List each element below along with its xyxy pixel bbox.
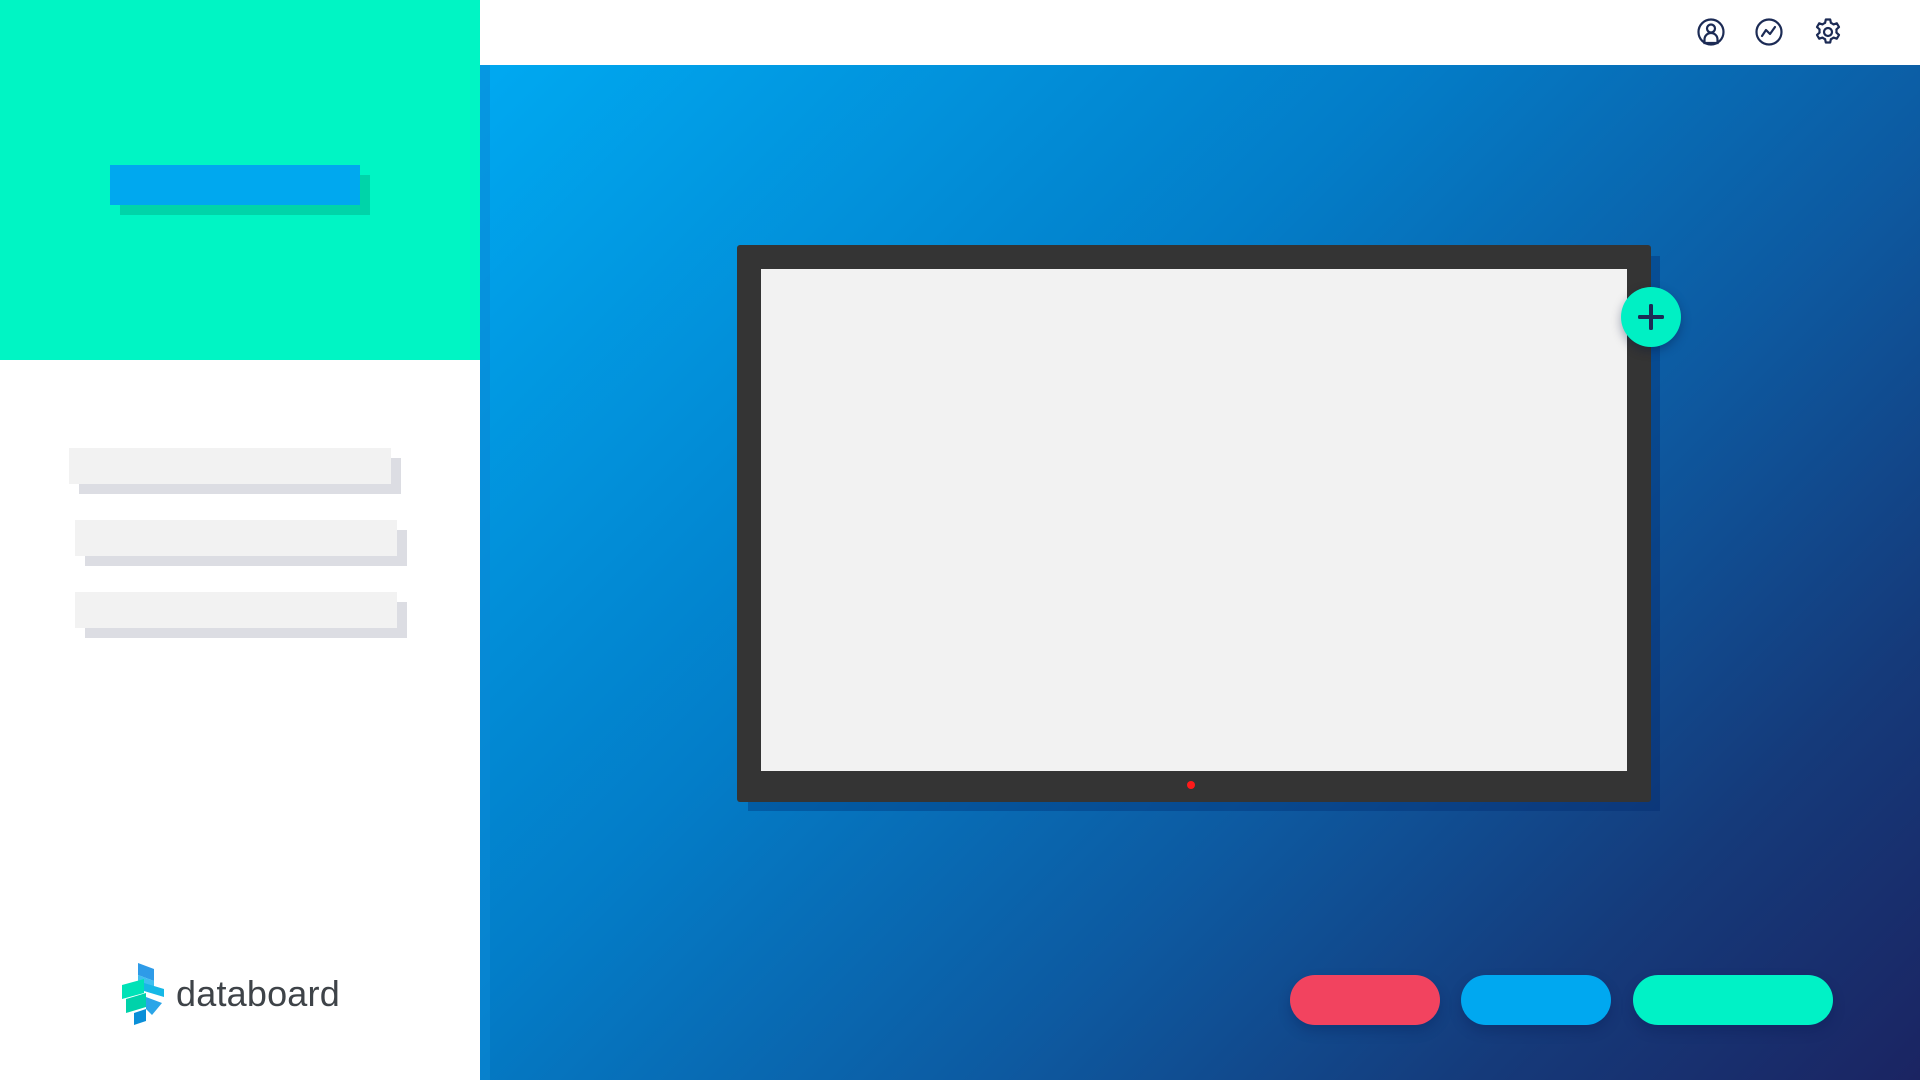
analytics-icon[interactable]	[1751, 14, 1787, 50]
plus-icon	[1638, 304, 1664, 330]
sidebar: databoard	[0, 0, 480, 1080]
databoard-logo-icon	[122, 963, 164, 1025]
user-icon[interactable]	[1693, 14, 1729, 50]
top-bar	[480, 0, 1920, 65]
action-button-teal[interactable]	[1633, 975, 1833, 1025]
brand-logo: databoard	[120, 962, 340, 1026]
main-edge	[480, 65, 490, 1080]
sidebar-item-1[interactable]	[69, 448, 391, 484]
sidebar-item-2[interactable]	[75, 520, 397, 556]
sidebar-header-panel	[0, 0, 480, 360]
display-power-indicator	[1187, 781, 1195, 789]
gear-icon[interactable]	[1810, 14, 1846, 50]
brand-name: databoard	[176, 973, 340, 1014]
display-screen[interactable]	[761, 269, 1627, 771]
sidebar-item-3[interactable]	[75, 592, 397, 628]
action-button-blue[interactable]	[1461, 975, 1611, 1025]
add-content-button[interactable]	[1621, 287, 1681, 347]
sidebar-primary-bar[interactable]	[110, 165, 360, 205]
action-button-red[interactable]	[1290, 975, 1440, 1025]
display-frame	[737, 245, 1651, 802]
